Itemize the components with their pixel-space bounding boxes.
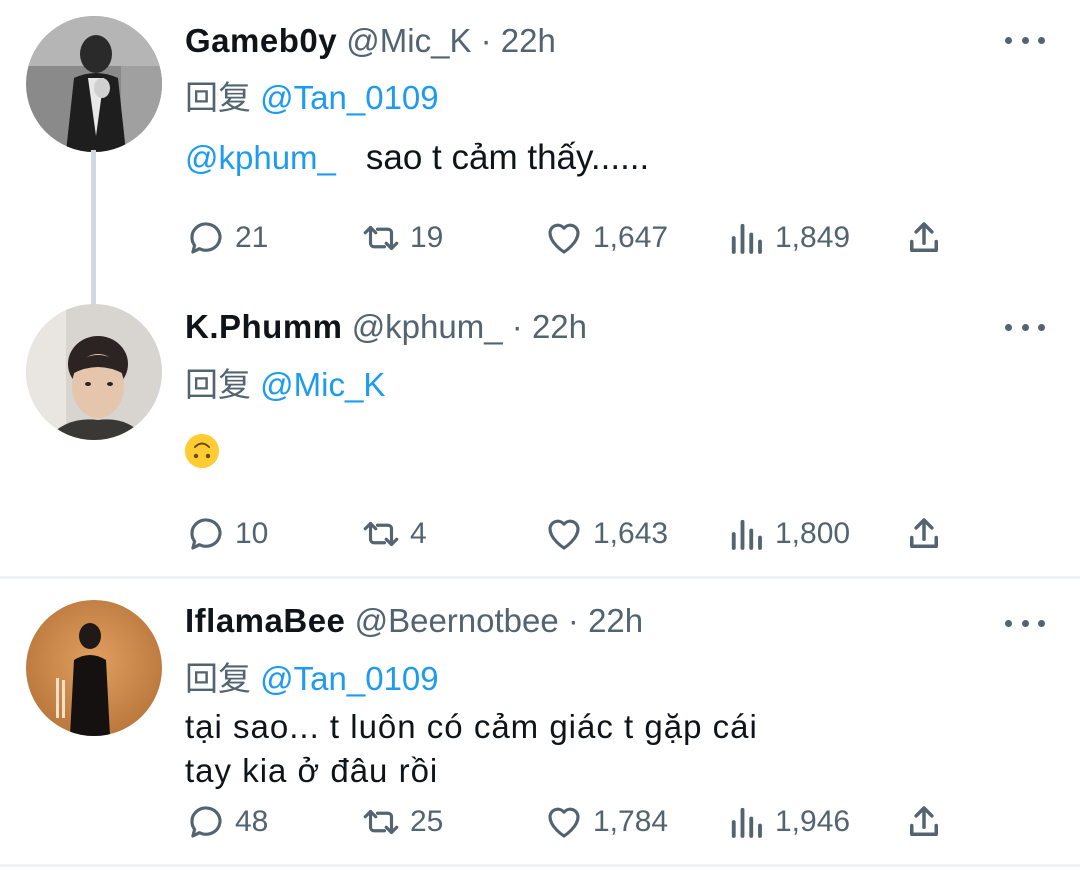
tweet-body-line: tại sao... t luôn có cảm giác t gặp cái bbox=[185, 708, 758, 745]
tweet[interactable]: K.Phumm @kphum_ · 22h 回复 @Mic_K 10 4 1,6… bbox=[0, 292, 1080, 576]
more-options-icon[interactable] bbox=[1005, 30, 1045, 50]
heart-icon bbox=[548, 807, 580, 838]
like-button[interactable]: 1,647 bbox=[543, 216, 668, 260]
avatar[interactable] bbox=[26, 600, 162, 736]
retweet-icon bbox=[363, 809, 399, 835]
reply-feed: Gameb0y @Mic_K · 22h 回复 @Tan_0109 @kphum… bbox=[0, 0, 1080, 870]
thread-line bbox=[91, 150, 96, 310]
share-button[interactable] bbox=[903, 512, 953, 556]
upside-down-face-emoji bbox=[185, 434, 219, 468]
replying-to: 回复 @Tan_0109 bbox=[185, 652, 439, 700]
tweet[interactable]: Gameb0y @Mic_K · 22h 回复 @Tan_0109 @kphum… bbox=[0, 0, 1080, 310]
retweet-button[interactable]: 25 bbox=[360, 800, 443, 844]
reply-mention-link[interactable]: @Mic_K bbox=[260, 366, 385, 403]
retweet-icon bbox=[363, 225, 399, 251]
avatar-photo bbox=[26, 16, 162, 152]
display-name[interactable]: K.Phumm bbox=[185, 308, 343, 345]
user-handle[interactable]: @Beernotbee bbox=[355, 602, 559, 639]
tweet-header: K.Phumm @kphum_ · 22h bbox=[185, 308, 587, 346]
retweet-count: 19 bbox=[410, 221, 444, 254]
view-count: 1,946 bbox=[775, 805, 851, 838]
action-bar: 48 25 1,784 1,946 bbox=[185, 800, 965, 844]
share-icon bbox=[910, 806, 938, 836]
views-icon bbox=[731, 807, 762, 838]
tweet-text bbox=[185, 434, 219, 479]
reply-mention-link[interactable]: @Tan_0109 bbox=[260, 79, 438, 116]
avatar[interactable] bbox=[26, 16, 162, 152]
reply-button[interactable]: 48 bbox=[185, 800, 268, 844]
reply-prefix: 回复 bbox=[185, 79, 251, 116]
reply-button[interactable]: 21 bbox=[185, 216, 268, 260]
user-handle[interactable]: @Mic_K bbox=[346, 22, 471, 59]
views-button[interactable]: 1,946 bbox=[725, 800, 850, 844]
reply-prefix: 回复 bbox=[185, 660, 251, 697]
retweet-button[interactable]: 4 bbox=[360, 512, 427, 556]
replying-to: 回复 @Mic_K bbox=[185, 358, 385, 406]
replying-to: 回复 @Tan_0109 bbox=[185, 71, 439, 119]
display-name[interactable]: Gameb0y bbox=[185, 22, 337, 59]
action-bar: 21 19 1,647 1,849 bbox=[185, 216, 965, 260]
share-icon bbox=[910, 222, 938, 252]
timestamp[interactable]: 22h bbox=[588, 602, 643, 639]
timestamp[interactable]: 22h bbox=[532, 308, 587, 345]
views-icon bbox=[731, 519, 762, 550]
reply-prefix: 回复 bbox=[185, 366, 251, 403]
reply-icon bbox=[190, 806, 222, 838]
separator-dot: · bbox=[511, 308, 523, 345]
separator-dot: · bbox=[480, 22, 492, 59]
reply-count: 48 bbox=[235, 805, 269, 838]
share-button[interactable] bbox=[903, 216, 953, 260]
heart-icon bbox=[548, 519, 580, 550]
tweet-divider bbox=[0, 864, 1080, 867]
tweet-header: Gameb0y @Mic_K · 22h bbox=[185, 22, 556, 60]
timestamp[interactable]: 22h bbox=[501, 22, 556, 59]
retweet-icon bbox=[363, 521, 399, 547]
action-bar: 10 4 1,643 1,800 bbox=[185, 512, 965, 556]
views-icon bbox=[731, 223, 762, 254]
avatar[interactable] bbox=[26, 304, 162, 440]
view-count: 1,800 bbox=[775, 517, 851, 550]
share-button[interactable] bbox=[903, 800, 953, 844]
tweet-body-line: tay kia ở đâu rồi bbox=[185, 752, 439, 789]
reply-button[interactable]: 10 bbox=[185, 512, 268, 556]
retweet-count: 25 bbox=[410, 805, 444, 838]
reply-mention-link[interactable]: @Tan_0109 bbox=[260, 660, 438, 697]
reply-icon bbox=[190, 222, 222, 254]
reply-icon bbox=[190, 518, 222, 550]
views-button[interactable]: 1,849 bbox=[725, 216, 850, 260]
separator-dot: · bbox=[567, 602, 579, 639]
share-icon bbox=[910, 518, 938, 548]
like-button[interactable]: 1,643 bbox=[543, 512, 668, 556]
retweet-count: 4 bbox=[410, 517, 427, 550]
like-count: 1,647 bbox=[593, 221, 669, 254]
heart-icon bbox=[548, 223, 580, 254]
more-options-icon[interactable] bbox=[1005, 613, 1045, 633]
mention-link[interactable]: @kphum_ bbox=[185, 139, 336, 176]
like-count: 1,643 bbox=[593, 517, 669, 550]
tweet-text: @kphum_ sao t cảm thấy...... bbox=[185, 136, 649, 180]
user-handle[interactable]: @kphum_ bbox=[352, 308, 503, 345]
retweet-button[interactable]: 19 bbox=[360, 216, 443, 260]
like-count: 1,784 bbox=[593, 805, 669, 838]
tweet[interactable]: IflamaBee @Beernotbee · 22h 回复 @Tan_0109… bbox=[0, 578, 1080, 870]
display-name[interactable]: IflamaBee bbox=[185, 602, 345, 639]
reply-count: 10 bbox=[235, 517, 269, 550]
tweet-text: tại sao... t luôn có cảm giác t gặp cái … bbox=[185, 705, 758, 793]
tweet-header: IflamaBee @Beernotbee · 22h bbox=[185, 602, 643, 640]
avatar-photo bbox=[26, 600, 162, 736]
avatar-photo bbox=[26, 304, 162, 440]
reply-count: 21 bbox=[235, 221, 269, 254]
views-button[interactable]: 1,800 bbox=[725, 512, 850, 556]
like-button[interactable]: 1,784 bbox=[543, 800, 668, 844]
view-count: 1,849 bbox=[775, 221, 851, 254]
tweet-body-text: sao t cảm thấy...... bbox=[365, 138, 650, 177]
more-options-icon[interactable] bbox=[1005, 317, 1045, 337]
